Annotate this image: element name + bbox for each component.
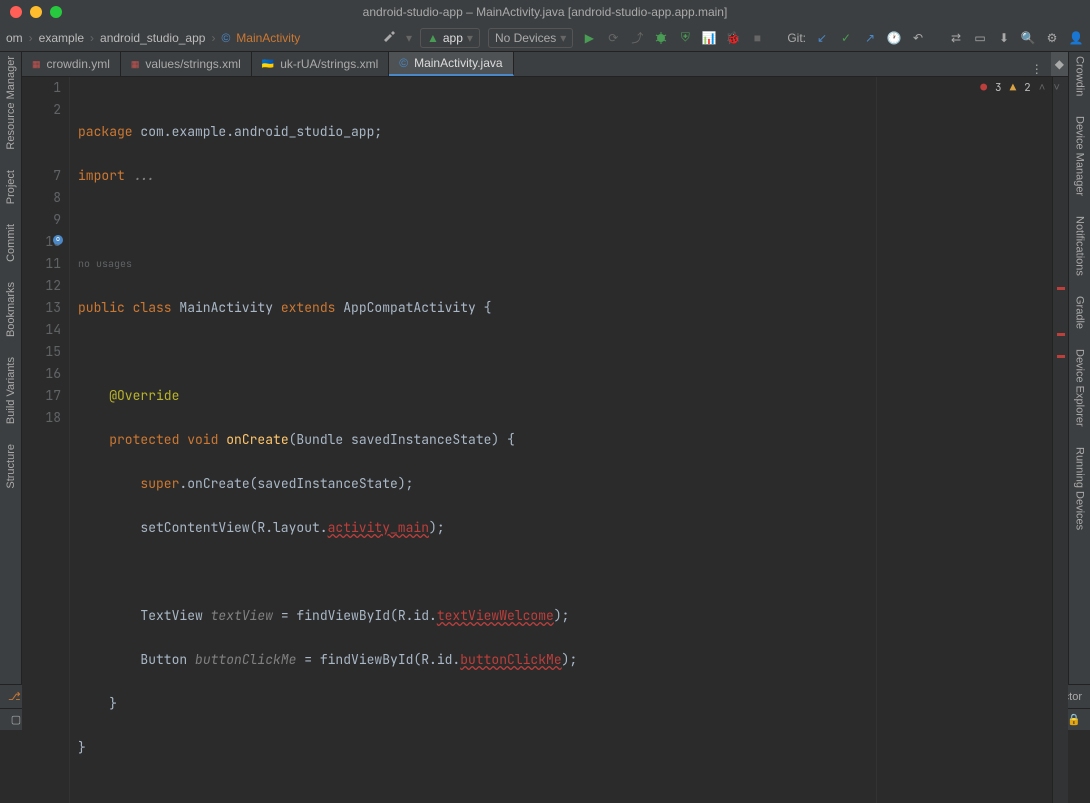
sdk-icon[interactable]: ⬇ (996, 30, 1012, 46)
line-gutter[interactable]: 1 2 7 8 9 10o 11 12 13 14 15 16 17 18 (22, 77, 70, 803)
git-rollback-icon[interactable]: ↶ (910, 30, 926, 46)
restart-icon[interactable]: ⤴ (629, 30, 645, 46)
hammer-icon[interactable] (382, 30, 398, 46)
tabs-overflow-icon[interactable]: ⋮ (1023, 62, 1051, 76)
breadcrumb-active[interactable]: MainActivity (236, 31, 300, 45)
git-push-icon[interactable]: ↗ (862, 30, 878, 46)
coverage-icon[interactable]: ⛨ (677, 30, 693, 46)
sync-icon[interactable]: ⇄ (948, 30, 964, 46)
tab-strings-uk[interactable]: 🇺🇦uk-rUA/strings.xml (252, 52, 389, 76)
attach-debugger-icon[interactable]: 🐞 (725, 30, 741, 46)
warning-count: 2 (1024, 81, 1031, 95)
tool-device-explorer[interactable]: Device Explorer (1074, 349, 1086, 427)
error-mark[interactable] (1057, 333, 1065, 336)
breadcrumb-part[interactable]: example (39, 31, 84, 45)
tool-notifications[interactable]: Notifications (1074, 216, 1086, 276)
breadcrumb-part[interactable]: om (6, 31, 23, 45)
tool-bookmarks[interactable]: Bookmarks (5, 282, 17, 337)
device-selector[interactable]: No Devices ▾ (488, 28, 573, 48)
chevron-up-icon[interactable]: ˄ (1039, 81, 1046, 95)
chevron-down-icon[interactable]: ˅ (1053, 81, 1060, 95)
breadcrumb[interactable]: om› example› android_studio_app› © MainA… (6, 31, 300, 45)
window-title: android-studio-app – MainActivity.java [… (363, 5, 728, 19)
window-controls (0, 6, 62, 18)
tool-crowdin[interactable]: Crowdin (1074, 56, 1086, 96)
close-icon[interactable] (10, 6, 22, 18)
git-history-icon[interactable]: 🕐 (886, 30, 902, 46)
avd-icon[interactable]: ▭ (972, 30, 988, 46)
stop-icon[interactable]: ■ (749, 30, 765, 46)
device-label: No Devices (495, 31, 556, 45)
git-label: Git: (787, 31, 806, 45)
right-tool-strip: Crowdin Device Manager Notifications Gra… (1068, 52, 1090, 684)
tool-structure[interactable]: Structure (5, 444, 17, 489)
usage-hint[interactable]: no usages (78, 253, 1052, 275)
run-config-name: app (443, 31, 463, 45)
search-icon[interactable]: 🔍 (1020, 30, 1036, 46)
apply-changes-icon[interactable]: ⟳ (605, 30, 621, 46)
error-mark[interactable] (1057, 355, 1065, 358)
tab-mainactivity[interactable]: ©MainActivity.java (389, 52, 513, 76)
warning-icon: ▲ (1010, 81, 1017, 95)
run-icon[interactable]: ▶ (581, 30, 597, 46)
editor-column: ▦crowdin.yml ▦values/strings.xml 🇺🇦uk-rU… (22, 52, 1068, 684)
maximize-icon[interactable] (50, 6, 62, 18)
window-titlebar: android-studio-app – MainActivity.java [… (0, 0, 1090, 24)
inspection-widget[interactable]: ● 3 ▲ 2 ˄ ˅ (980, 81, 1060, 95)
crowdin-tool-icon[interactable]: ◆ (1051, 52, 1068, 76)
debug-icon[interactable] (653, 30, 669, 46)
tool-running-devices[interactable]: Running Devices (1074, 447, 1086, 530)
run-config-selector[interactable]: ▲ app ▾ (420, 28, 480, 48)
error-count: 3 (995, 81, 1002, 95)
user-icon[interactable]: 👤 (1068, 30, 1084, 46)
left-tool-strip: Resource Manager Project Commit Bookmark… (0, 52, 22, 684)
tab-crowdin[interactable]: ▦crowdin.yml (22, 52, 121, 76)
minimize-icon[interactable] (30, 6, 42, 18)
tool-gradle[interactable]: Gradle (1074, 296, 1086, 329)
tab-strings-values[interactable]: ▦values/strings.xml (121, 52, 252, 76)
code-editor[interactable]: ● 3 ▲ 2 ˄ ˅ 1 2 7 8 9 10o 11 12 13 14 15 1… (22, 77, 1068, 803)
git-update-icon[interactable]: ↙ (814, 30, 830, 46)
profiler-icon[interactable]: 📊 (701, 30, 717, 46)
lock-icon[interactable]: 🔒 (1066, 712, 1082, 728)
main-toolbar: om› example› android_studio_app› © MainA… (0, 24, 1090, 52)
error-ruler[interactable] (1052, 77, 1068, 803)
breadcrumb-part[interactable]: android_studio_app (100, 31, 205, 45)
tool-build-variants[interactable]: Build Variants (5, 357, 17, 424)
editor-tabs: ▦crowdin.yml ▦values/strings.xml 🇺🇦uk-rU… (22, 52, 1068, 77)
tool-resource-manager[interactable]: Resource Manager (5, 56, 17, 150)
tool-commit[interactable]: Commit (5, 224, 17, 262)
main-area: Resource Manager Project Commit Bookmark… (0, 52, 1090, 684)
error-mark[interactable] (1057, 287, 1065, 290)
override-gutter-icon[interactable]: o (53, 235, 63, 245)
settings-icon[interactable]: ⚙ (1044, 30, 1060, 46)
error-icon: ● (980, 81, 987, 95)
code-content[interactable]: package com.example.android_studio_app; … (70, 77, 1052, 803)
git-commit-icon[interactable]: ✓ (838, 30, 854, 46)
tool-device-manager[interactable]: Device Manager (1074, 116, 1086, 196)
tool-project[interactable]: Project (5, 170, 17, 204)
